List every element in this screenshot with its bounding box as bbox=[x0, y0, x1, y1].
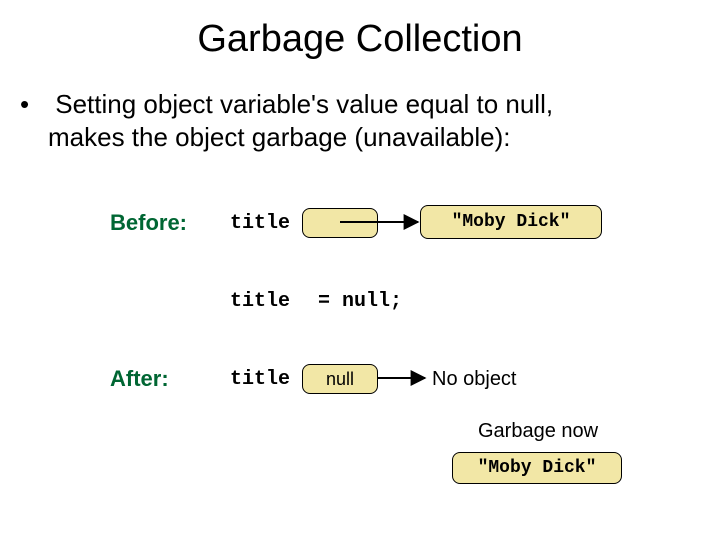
before-ref-box bbox=[302, 208, 378, 238]
assign-var: title bbox=[230, 290, 290, 313]
bullet-line1: Setting object variable's value equal to… bbox=[55, 89, 553, 119]
bullet-line2: makes the object garbage (unavailable): bbox=[20, 121, 680, 154]
before-var: title bbox=[230, 212, 290, 235]
after-null-box: null bbox=[302, 364, 378, 394]
before-label: Before: bbox=[110, 210, 187, 236]
no-object-label: No object bbox=[432, 368, 517, 391]
garbage-value-box: "Moby Dick" bbox=[452, 452, 622, 484]
bullet-text: Setting object variable's value equal to… bbox=[20, 88, 680, 153]
garbage-now-label: Garbage now bbox=[478, 420, 598, 443]
assign-code: = null; bbox=[318, 290, 402, 313]
slide-title: Garbage Collection bbox=[0, 18, 720, 61]
slide: Garbage Collection Setting object variab… bbox=[0, 0, 720, 540]
after-var: title bbox=[230, 368, 290, 391]
after-label: After: bbox=[110, 366, 169, 392]
before-value-box: "Moby Dick" bbox=[420, 205, 602, 239]
